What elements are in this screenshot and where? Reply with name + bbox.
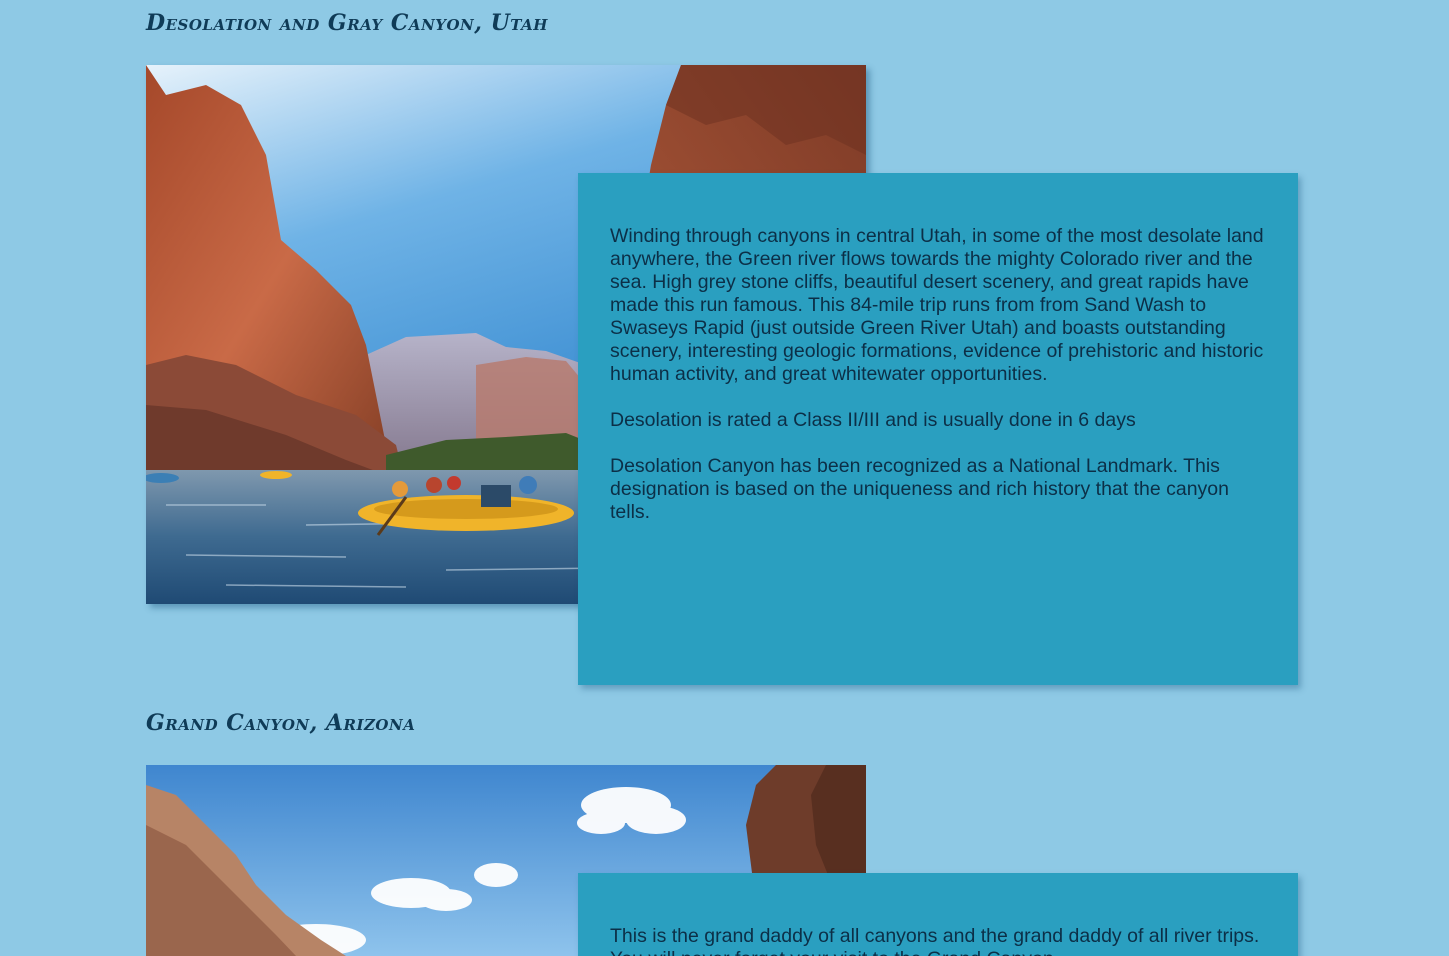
page: Desolation and Gray Canyon, Utah Winding… xyxy=(0,0,1449,956)
grand-canyon-info-card: This is the grand daddy of all canyons a… xyxy=(578,873,1298,956)
desolation-info-card: Winding through canyons in central Utah,… xyxy=(578,173,1298,685)
section-title-desolation: Desolation and Gray Canyon, Utah xyxy=(146,10,548,36)
desolation-description: Winding through canyons in central Utah,… xyxy=(610,225,1264,385)
desolation-landmark: Desolation Canyon has been recognized as… xyxy=(610,455,1230,523)
desolation-rating: Desolation is rated a Class II/III and i… xyxy=(610,409,1136,431)
section-title-grand-canyon: Grand Canyon, Arizona xyxy=(146,710,416,736)
grand-canyon-description: This is the grand daddy of all canyons a… xyxy=(610,925,1260,956)
